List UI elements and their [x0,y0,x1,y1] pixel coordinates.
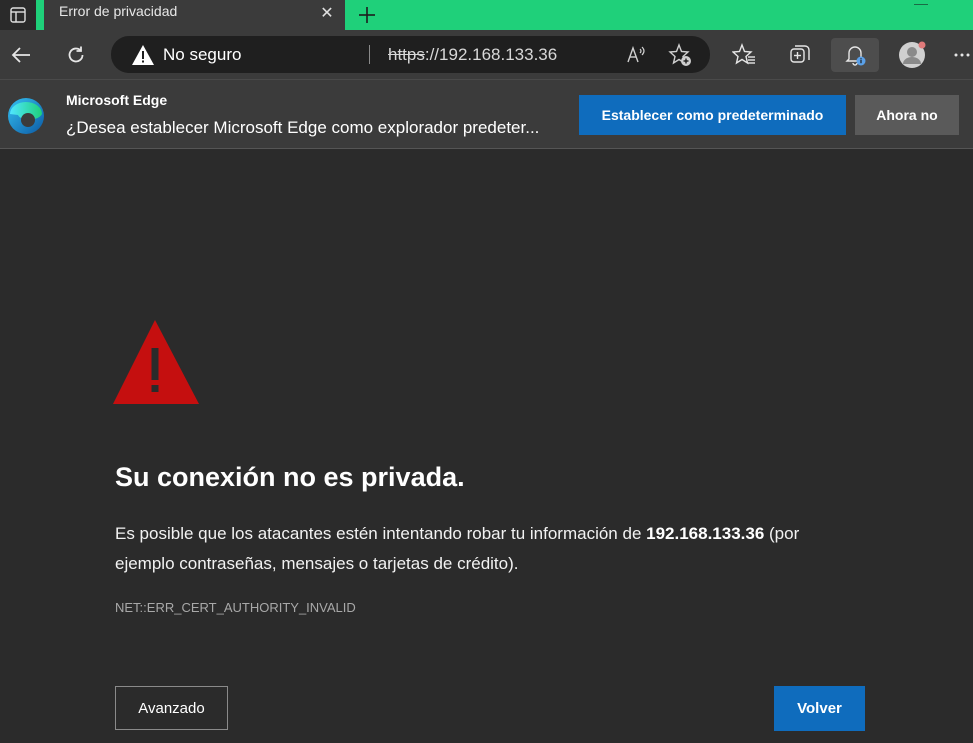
refresh-icon [68,46,84,63]
url-scheme: https [388,45,425,64]
url-host: ://192.168.133.36 [424,45,558,64]
back-arrow-icon [11,47,30,63]
infobar-title: Microsoft Edge [66,92,168,108]
advanced-button[interactable]: Avanzado [115,686,228,730]
url-text[interactable]: https://192.168.133.36 [388,45,557,65]
page-title: Su conexión no es privada. [115,462,465,492]
read-aloud-icon [627,45,645,63]
new-tab-icon [359,7,375,23]
edge-logo-icon [8,98,44,134]
address-bar[interactable]: No seguro https://192.168.133.36 [111,36,710,73]
default-browser-infobar: Microsoft Edge ¿Desea establecer Microso… [0,79,973,149]
collections-button[interactable] [782,38,818,72]
tab-actions-button[interactable] [0,0,36,30]
back-button[interactable] [3,38,39,72]
error-description: Es posible que los atacantes estén inten… [115,519,855,579]
tab-actions-icon [10,7,26,23]
security-label[interactable]: No seguro [163,45,241,65]
tab-title: Error de privacidad [59,3,178,19]
read-aloud-button[interactable] [623,42,649,68]
back-to-safety-button[interactable]: Volver [774,686,865,731]
more-icon [954,53,969,57]
profile-icon [899,41,926,68]
favorites-button[interactable] [726,38,762,72]
description-host: 192.168.133.36 [646,524,765,543]
profile-button[interactable] [894,38,930,72]
notifications-button[interactable] [831,38,879,72]
close-icon[interactable]: ✕ [317,3,337,23]
refresh-button[interactable] [58,38,94,72]
add-favorite-button[interactable] [667,42,693,68]
notifications-icon [845,46,866,66]
collections-icon [790,45,810,63]
description-text-before: Es posible que los atacantes estén inten… [115,524,647,543]
new-tab-button[interactable] [350,0,384,30]
add-favorite-icon [668,43,691,66]
minimize-button[interactable] [914,4,928,5]
more-button[interactable] [950,38,973,72]
not-now-button[interactable]: Ahora no [855,95,959,135]
warning-icon[interactable] [130,42,156,68]
infobar-message: ¿Desea establecer Microsoft Edge como ex… [66,118,540,137]
favorites-icon [732,43,755,65]
address-divider [369,45,370,64]
warning-triangle-icon [113,320,199,404]
tab-strip: Error de privacidad ✕ [0,0,973,30]
toolbar: No seguro https://192.168.133.36 [0,30,973,79]
error-code[interactable]: NET::ERR_CERT_AUTHORITY_INVALID [115,600,356,615]
set-default-button[interactable]: Establecer como predeterminado [579,95,846,135]
tab-active[interactable]: Error de privacidad ✕ [44,0,345,30]
